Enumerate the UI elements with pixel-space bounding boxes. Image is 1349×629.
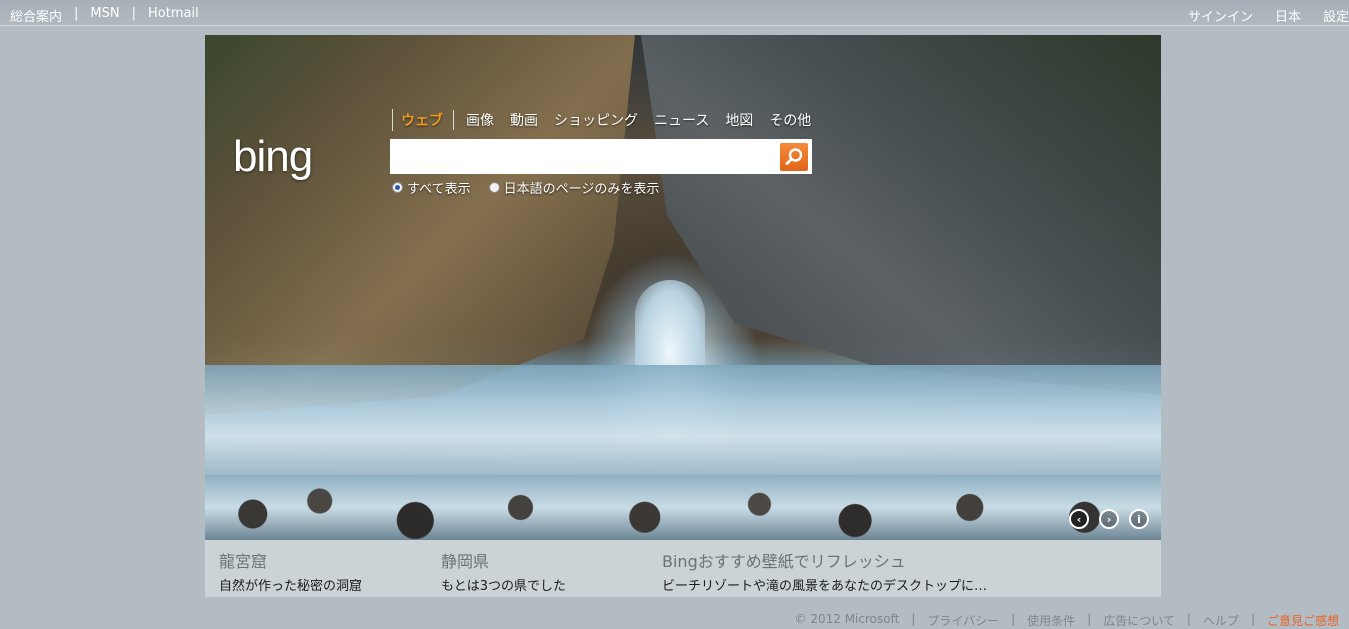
radio-button-checked[interactable]	[392, 182, 403, 193]
tab-images[interactable]: 画像	[466, 110, 494, 130]
caption-item[interactable]: 龍宮窟 自然が作った秘密の洞窟	[219, 548, 362, 594]
radio-label: すべて表示	[407, 182, 471, 197]
separator: |	[1087, 612, 1092, 626]
radio-label: 日本語のページのみを表示	[503, 182, 660, 197]
hero-image: bing ウェブ 画像 動画 ショッピング ニュース 地図 その他 すべて表示 …	[205, 35, 1161, 540]
tab-news[interactable]: ニュース	[654, 110, 709, 130]
caption-item[interactable]: 静岡県 もとは3つの県でした	[441, 548, 566, 594]
tab-more[interactable]: その他	[769, 110, 811, 130]
region-link[interactable]: 日本	[1275, 6, 1301, 25]
separator: |	[911, 612, 916, 626]
sign-in-link[interactable]: サインイン	[1188, 6, 1253, 25]
search-icon	[785, 148, 803, 165]
footer-link-feedback[interactable]: ご意見ご感想	[1267, 612, 1339, 629]
tab-shopping[interactable]: ショッピング	[554, 110, 638, 130]
radio-japanese-only[interactable]: 日本語のページのみを表示	[488, 178, 660, 197]
copyright: © 2012 Microsoft	[794, 612, 900, 626]
tab-maps[interactable]: 地図	[725, 110, 753, 130]
caption-title: 龍宮窟	[219, 552, 268, 571]
top-links-left: 総合案内 | MSN | Hotmail	[10, 6, 199, 25]
search-scope-nav: ウェブ 画像 動画 ショッピング ニュース 地図 その他	[392, 109, 827, 131]
radio-all-results[interactable]: すべて表示	[392, 178, 471, 197]
previous-icon[interactable]: ‹	[1069, 509, 1089, 529]
search-button[interactable]	[780, 143, 808, 171]
language-filter: すべて表示 日本語のページのみを表示	[392, 178, 677, 197]
caption-item[interactable]: Bingおすすめ壁紙でリフレッシュ ビーチリゾートや滝の風景をあなたのデスクトッ…	[662, 548, 987, 594]
top-link-hotmail[interactable]: Hotmail	[148, 6, 199, 25]
tab-videos[interactable]: 動画	[510, 110, 538, 130]
top-link-guide[interactable]: 総合案内	[10, 6, 62, 25]
info-icon[interactable]: i	[1129, 509, 1149, 529]
hero-water	[205, 365, 1161, 485]
next-icon[interactable]: ›	[1099, 509, 1119, 529]
top-link-msn[interactable]: MSN	[90, 6, 119, 25]
top-links-right: サインイン 日本 設定	[1166, 6, 1349, 25]
separator: |	[1250, 612, 1255, 626]
caption-subtitle: もとは3つの県でした	[441, 579, 567, 594]
search-box	[390, 139, 812, 174]
separator: |	[1186, 612, 1191, 626]
separator: |	[1011, 612, 1016, 626]
footer-link-help[interactable]: ヘルプ	[1203, 612, 1239, 629]
hotspot-caption-bar: 龍宮窟 自然が作った秘密の洞窟 静岡県 もとは3つの県でした Bingおすすめ壁…	[205, 540, 1161, 597]
footer-link-terms[interactable]: 使用条件	[1027, 612, 1075, 629]
search-input[interactable]	[391, 140, 777, 173]
hero-cliff-right	[641, 35, 1161, 395]
hero-controls: ‹ › i	[1069, 509, 1149, 529]
top-bar: 総合案内 | MSN | Hotmail サインイン 日本 設定	[0, 0, 1349, 26]
caption-subtitle: 自然が作った秘密の洞窟	[219, 579, 363, 594]
bing-logo[interactable]: bing	[233, 132, 313, 182]
settings-link[interactable]: 設定	[1323, 6, 1349, 25]
hero-cave-arch	[635, 280, 705, 370]
separator: |	[74, 6, 79, 21]
radio-button[interactable]	[488, 182, 500, 193]
caption-subtitle: ビーチリゾートや滝の風景をあなたのデスクトップに…	[662, 579, 988, 594]
caption-title: 静岡県	[441, 552, 490, 571]
footer-link-privacy[interactable]: プライバシー	[927, 612, 999, 629]
footer: © 2012 Microsoft | プライバシー | 使用条件 | 広告につい…	[795, 612, 1339, 629]
separator: |	[131, 6, 136, 21]
caption-title: Bingおすすめ壁紙でリフレッシュ	[662, 552, 906, 571]
hero-cliff-left	[205, 35, 635, 415]
footer-link-advertise[interactable]: 広告について	[1103, 612, 1175, 629]
tab-web[interactable]: ウェブ	[401, 110, 454, 130]
hero-rocks	[205, 475, 1161, 540]
